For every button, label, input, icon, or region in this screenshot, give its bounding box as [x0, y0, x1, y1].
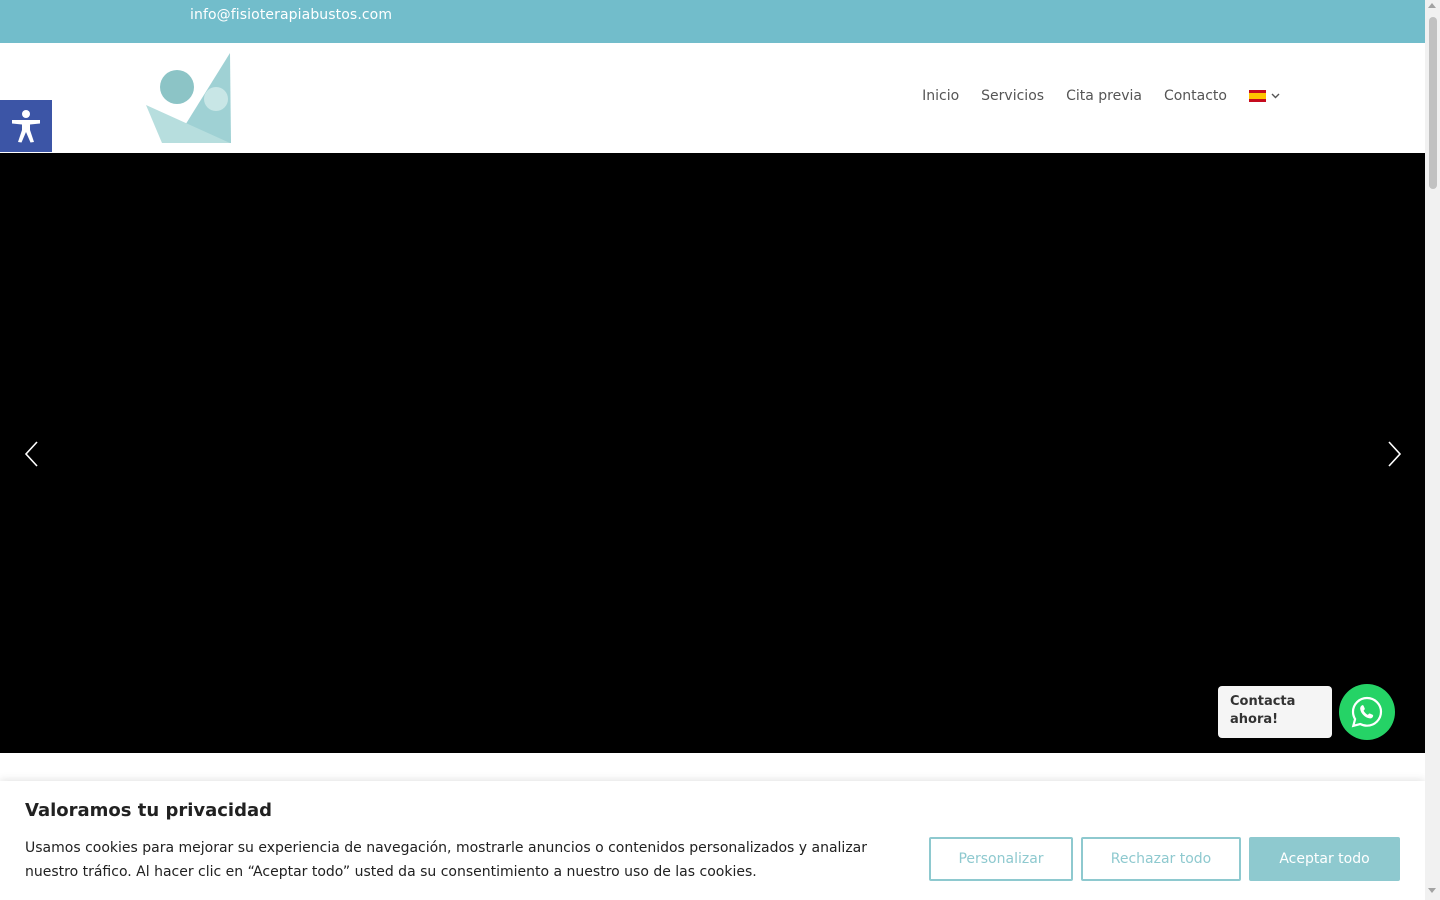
- chevron-right-icon: [1388, 441, 1402, 467]
- cookie-title: Valoramos tu privacidad: [25, 800, 273, 821]
- accessibility-icon: [12, 110, 40, 143]
- accessibility-button[interactable]: [0, 100, 52, 152]
- whatsapp-icon: [1351, 696, 1383, 728]
- spain-flag-icon: [1249, 90, 1266, 102]
- site-header: Inicio Servicios Cita previa Contacto: [0, 43, 1425, 153]
- accept-all-button[interactable]: Aceptar todo: [1249, 837, 1400, 881]
- cookie-text: Usamos cookies para mejorar su experienc…: [25, 840, 867, 880]
- hero-slider: Contacta ahora!: [0, 153, 1425, 753]
- chevron-down-icon: [1271, 93, 1280, 99]
- scroll-up-arrow-icon[interactable]: [1428, 3, 1436, 8]
- language-selector[interactable]: [1249, 90, 1280, 102]
- nav-item-inicio[interactable]: Inicio: [922, 88, 959, 104]
- whatsapp-bubble[interactable]: Contacta ahora!: [1218, 686, 1332, 738]
- page-scrollbar[interactable]: [1425, 0, 1440, 900]
- nav-item-cita-previa[interactable]: Cita previa: [1066, 88, 1142, 104]
- whatsapp-button[interactable]: [1339, 684, 1395, 740]
- logo[interactable]: [142, 53, 234, 145]
- customize-button[interactable]: Personalizar: [929, 837, 1073, 881]
- slider-next-button[interactable]: [1385, 440, 1405, 468]
- main-nav: Inicio Servicios Cita previa Contacto: [900, 88, 1280, 104]
- top-bar: info@fisioterapiabustos.com: [0, 0, 1425, 43]
- nav-item-servicios[interactable]: Servicios: [981, 88, 1044, 104]
- chevron-left-icon: [24, 441, 38, 467]
- reject-all-button[interactable]: Rechazar todo: [1081, 837, 1241, 881]
- scroll-down-arrow-icon[interactable]: [1428, 888, 1436, 893]
- cookie-banner: Valoramos tu privacidad Usamos cookies p…: [0, 781, 1425, 900]
- nav-item-contacto[interactable]: Contacto: [1164, 88, 1227, 104]
- scrollbar-thumb[interactable]: [1429, 17, 1437, 189]
- contact-email-link[interactable]: info@fisioterapiabustos.com: [190, 7, 392, 23]
- fisioterapia-bustos-logo-icon: [146, 53, 231, 143]
- slider-prev-button[interactable]: [21, 440, 41, 468]
